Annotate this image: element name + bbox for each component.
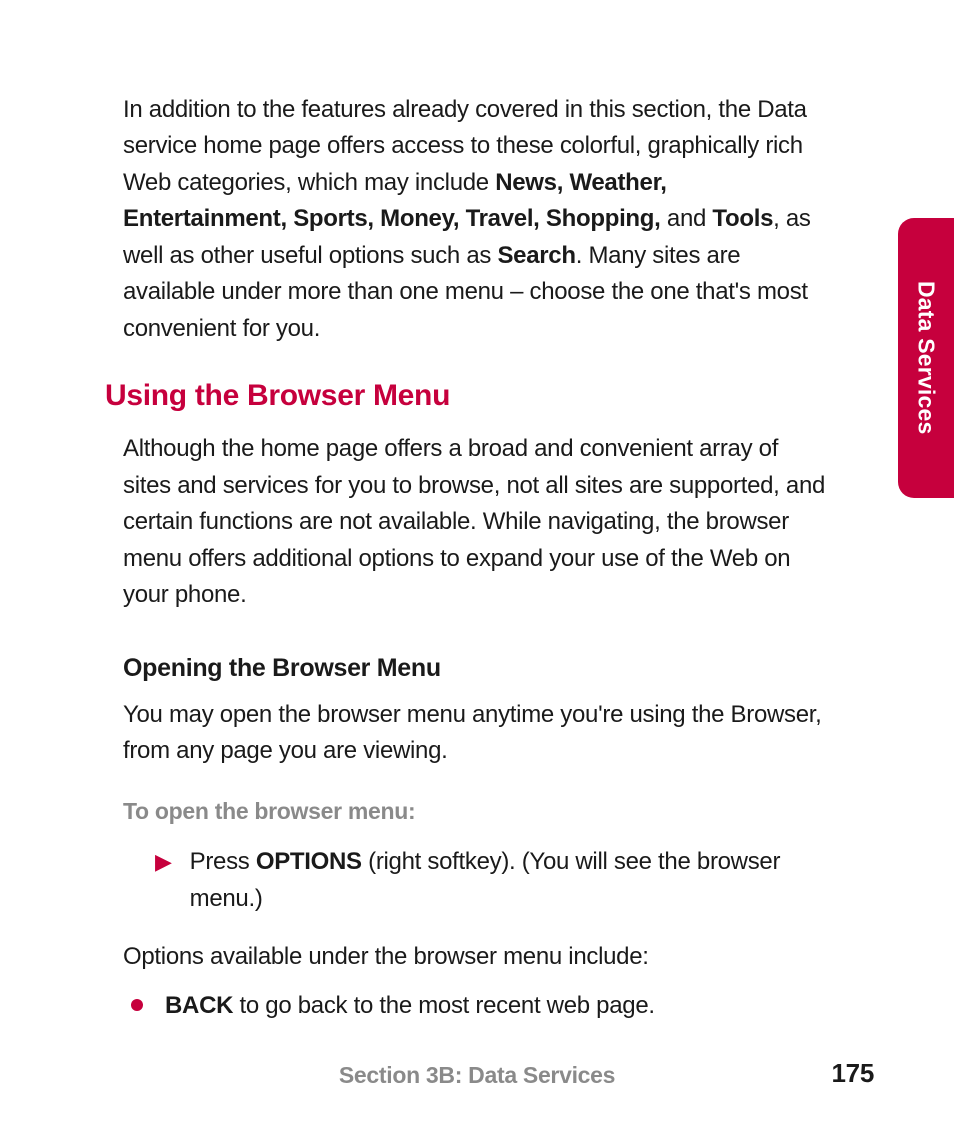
bullet-text: BACK to go back to the most recent web p… <box>165 987 655 1024</box>
side-tab: Data Services <box>898 218 954 498</box>
manual-page: In addition to the features already cove… <box>0 0 954 1145</box>
options-line: Options available under the browser menu… <box>105 939 830 975</box>
round-bullet-icon <box>131 999 143 1011</box>
paragraph-3: You may open the browser menu anytime yo… <box>105 697 830 770</box>
footer-section-label: Section 3B: Data Services <box>339 1062 615 1088</box>
step-text: Press OPTIONS (right softkey). (You will… <box>190 843 830 917</box>
side-tab-label: Data Services <box>913 281 940 434</box>
intro-mid-1: and <box>661 205 713 232</box>
bullet-row: BACK to go back to the most recent web p… <box>105 987 830 1024</box>
page-content: In addition to the features already cove… <box>105 92 830 1025</box>
triangle-bullet-icon: ▶ <box>155 845 172 879</box>
intro-bold-2: Tools <box>712 205 773 232</box>
intro-pre: In addition to the features already cove… <box>123 96 807 196</box>
footer: Section 3B: Data Services <box>0 1062 954 1089</box>
section-heading: Using the Browser Menu <box>105 379 830 413</box>
sub-heading: Opening the Browser Menu <box>105 654 830 683</box>
bullet-bold: BACK <box>165 992 233 1019</box>
step-bold: OPTIONS <box>256 848 362 875</box>
intro-paragraph: In addition to the features already cove… <box>105 92 830 347</box>
page-number: 175 <box>832 1058 874 1089</box>
intro-bold-3: Search <box>497 242 575 269</box>
bullet-post: to go back to the most recent web page. <box>233 992 655 1019</box>
instruction-heading: To open the browser menu: <box>105 798 830 825</box>
step-pre: Press <box>190 848 256 875</box>
step-row: ▶ Press OPTIONS (right softkey). (You wi… <box>105 843 830 917</box>
paragraph-2: Although the home page offers a broad an… <box>105 431 830 613</box>
